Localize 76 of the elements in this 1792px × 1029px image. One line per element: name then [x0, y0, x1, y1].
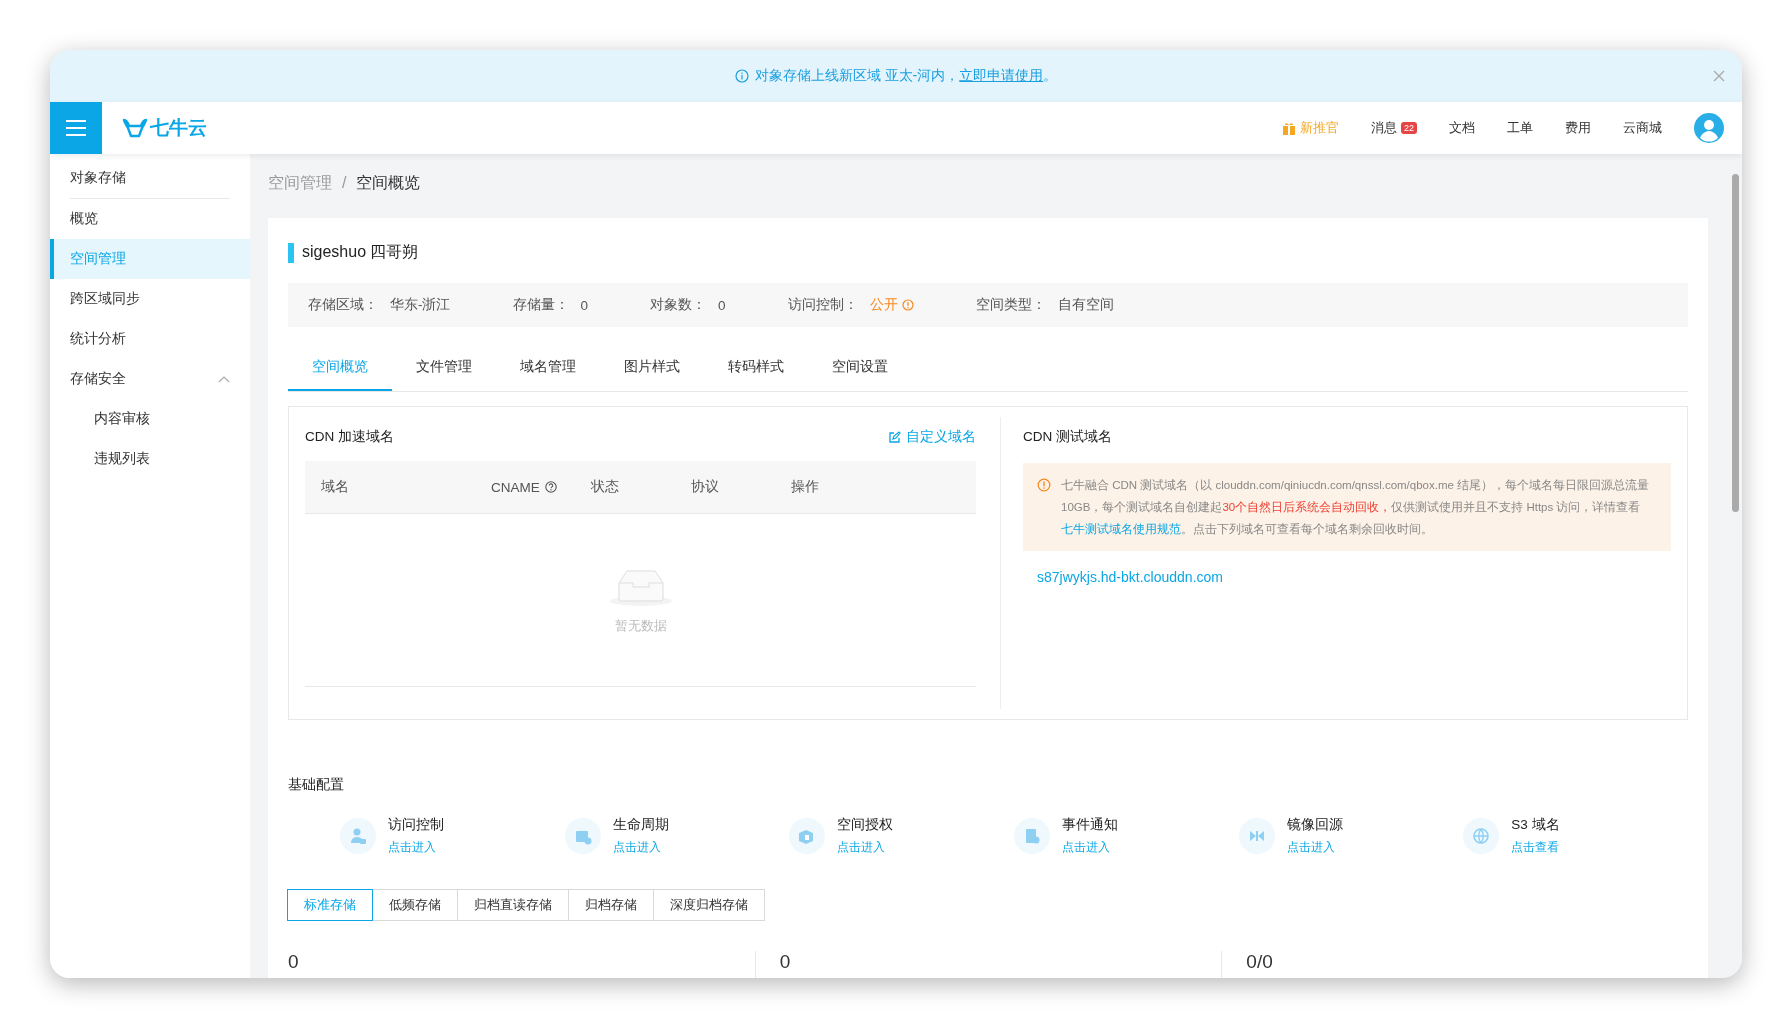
storage-tab[interactable]: 深度归档存储 [653, 889, 765, 921]
logo-icon [122, 118, 148, 138]
info-value: 自有空间 [1057, 296, 1114, 314]
info-value: 公开 [869, 296, 914, 314]
breadcrumb-item: 空间概览 [356, 172, 421, 193]
section-title: 基础配置 [288, 776, 345, 794]
sidebar-item[interactable]: 概览 [50, 199, 250, 239]
tab[interactable]: 文件管理 [392, 345, 496, 391]
info-value: 华东-浙江 [390, 296, 451, 314]
column-header: 域名 [321, 478, 349, 496]
info-label: 存储量： [512, 296, 569, 314]
nav-link[interactable]: 工单 [1507, 119, 1533, 137]
empty-text: 暂无数据 [614, 617, 667, 635]
info-value: 0 [580, 297, 588, 313]
feature-name: 空间授权 [837, 816, 894, 834]
gift-icon [1282, 121, 1296, 135]
banner-text: 对象存储上线新区域 亚太-河内， [754, 67, 960, 85]
sidebar-item[interactable]: 内容审核 [50, 399, 250, 439]
section-title: CDN 加速域名 [305, 428, 394, 446]
info-icon [734, 69, 749, 83]
section-title: CDN 测试域名 [1023, 428, 1112, 446]
stat-value: 0 [779, 951, 792, 974]
column-header: CNAME [491, 479, 540, 495]
chevron-icon [218, 374, 230, 384]
tab[interactable]: 图片样式 [600, 345, 704, 391]
feature-name: 访问控制 [388, 816, 444, 834]
sidebar-heading[interactable]: 对象存储 [70, 158, 230, 198]
feature-name: 事件通知 [1062, 816, 1118, 834]
feature-name: S3 域名 [1511, 816, 1560, 834]
tab[interactable]: 域名管理 [496, 345, 600, 391]
title-marker [288, 242, 294, 263]
nav-link[interactable]: 云商城 [1623, 119, 1662, 137]
info-label: 空间类型： [975, 296, 1046, 314]
nav-link[interactable]: 消息 22 [1371, 119, 1417, 137]
storage-tab[interactable]: 归档存储 [568, 889, 654, 921]
tab[interactable]: 转码样式 [704, 345, 808, 391]
message-count: 22 [1401, 122, 1417, 134]
feature-name: 镜像回源 [1286, 816, 1343, 834]
scrollbar[interactable] [1728, 154, 1742, 978]
sidebar-item[interactable]: 统计分析 [50, 319, 250, 359]
feature-icon [564, 817, 601, 854]
column-header: 状态 [591, 478, 619, 496]
feature-icon [1014, 817, 1050, 854]
sidebar-item[interactable]: 违规列表 [50, 439, 250, 479]
breadcrumb-separator: / [342, 174, 347, 192]
help-icon[interactable] [544, 481, 557, 493]
info-label: 访问控制： [787, 296, 858, 314]
stat-value: 0 [288, 951, 300, 974]
edit-icon [888, 430, 901, 444]
feature-name: 生命周期 [612, 816, 669, 834]
tab[interactable]: 空间设置 [808, 345, 912, 391]
info-label: 对象数： [650, 296, 706, 314]
column-header: 协议 [691, 478, 719, 496]
warning-icon [901, 299, 914, 311]
warning-icon [1037, 478, 1051, 492]
nav-link[interactable]: 费用 [1565, 119, 1591, 137]
storage-tab[interactable]: 低频存储 [372, 889, 458, 921]
feature-icon [1463, 817, 1500, 854]
storage-tab[interactable]: 归档直读存储 [457, 889, 569, 921]
sidebar-item[interactable]: 跨区域同步 [50, 279, 250, 319]
menu-button[interactable] [50, 102, 102, 154]
feature-icon [340, 817, 376, 854]
column-header: 操作 [791, 478, 819, 496]
notice-text: 七牛融合 CDN 测试域名（以 clouddn.com/qiniucdn.com/qnssl.com/qbox.me 结尾），每个域名每日限回源总流量 10GB，每个测试域名自创建起30个自然日后系统会自动回收，仅供测试使用并且不支持 Https 访问，详情查看 七牛测试域名使用规范。点击下列域名可查看每个域名剩余回收时间。 [1061, 478, 1651, 537]
avatar-icon[interactable] [1694, 113, 1724, 143]
nav-link[interactable]: 文档 [1449, 119, 1475, 137]
info-label: 存储区域： [308, 296, 378, 314]
close-icon[interactable] [1712, 69, 1726, 83]
sidebar-group[interactable]: 存储安全 [50, 359, 250, 399]
banner-text: 。 [1043, 67, 1058, 85]
feature-icon [1238, 817, 1275, 854]
info-value: 0 [718, 297, 726, 313]
feature-icon [789, 817, 826, 854]
stat-value: 0/0 [1246, 951, 1274, 974]
menu-icon [66, 120, 86, 136]
bucket-title: sigeshuo 四哥朔 [302, 242, 419, 262]
